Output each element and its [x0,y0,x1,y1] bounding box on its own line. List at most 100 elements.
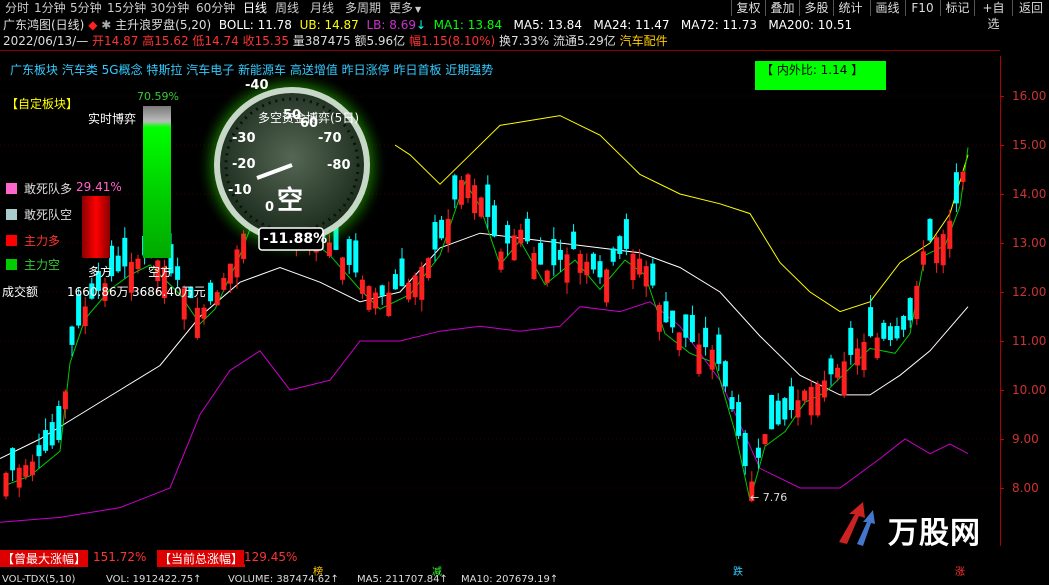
candle-body [36,445,42,457]
candle-body [683,314,689,338]
candle-body [577,254,583,273]
candle-body [742,433,748,467]
candle-body [392,274,398,290]
candle-body [920,251,926,265]
candle-body [617,236,623,255]
tab-more[interactable]: 更多 ▼ [389,0,421,16]
price-tick-label: 10.00 [1012,383,1047,397]
candle-body [696,344,702,374]
tab-weekly[interactable]: 周线 [275,0,299,16]
price-tick [1000,390,1004,391]
add-watchlist-button[interactable]: +自选 [974,0,1012,31]
gauge-scale-n70: -70 [318,131,342,146]
tab-monthly[interactable]: 月线 [310,0,334,16]
gauge-scale-0: 0 [265,200,275,215]
quote-high: 高15.62 [142,34,189,48]
draw-line-button[interactable]: 画线 [870,0,904,16]
overlay-button[interactable]: 叠加 [765,0,799,16]
price-tick [1000,243,1004,244]
turnover-label: 成交额 [2,285,39,299]
tab-intraday[interactable]: 分时 [5,0,29,16]
candle-body [927,218,933,241]
price-tick [1000,292,1004,293]
inout-ratio-text: 【 内外比: 1.14 】 [761,63,864,77]
max-gain-value: 151.72% [93,550,147,564]
quote-amount: 额5.96亿 [354,34,406,48]
tab-more-label: 更多 [389,1,414,15]
inout-ratio-box: 【 内外比: 1.14 】 [755,61,886,90]
quote-float: 流通5.29亿 [553,34,616,48]
candle-body [947,220,953,249]
candle-body [122,237,128,267]
candle-body [445,218,451,244]
candle-body [881,322,887,339]
candle-body [689,314,695,342]
volume-value: VOLUME: 387474.62↑ [228,574,339,585]
candle-body [722,361,728,387]
back-button[interactable]: 返回 [1012,0,1049,16]
dead-long-label: 敢死队多 [24,182,73,196]
stats-button[interactable]: 统计 [833,0,867,16]
candle-body [643,266,649,287]
candle-body [419,266,425,300]
tab-60min[interactable]: 60分钟 [196,0,235,16]
candle-body [914,285,920,320]
tab-30min[interactable]: 30分钟 [150,0,189,16]
gauge-scale-n40: -40 [245,78,269,93]
f10-button[interactable]: F10 [905,0,939,16]
candle-body [406,282,412,300]
gauge-center-char: 空 [277,186,304,216]
candle-body [815,383,821,416]
mark-button[interactable]: 标记 [940,0,974,16]
candle-body [10,448,16,471]
price-tick [1000,439,1004,440]
multi-stock-button[interactable]: 多股 [799,0,833,16]
custom-block-label: 【自定板块】 [6,97,79,111]
candle-body [214,292,220,306]
price-axis-line [1000,56,1001,546]
candle-body [934,237,940,264]
tab-1min[interactable]: 1分钟 [34,0,66,16]
gear-icon[interactable]: ✱ [101,18,111,32]
candle-body [538,242,544,265]
candle-body [755,447,761,458]
gauge-scale-n20: -20 [232,157,256,172]
candle-body [439,219,445,239]
candle-body [736,402,742,436]
vol-indicator-name[interactable]: VOL-TDX(5,10) [2,575,75,585]
price-tick [1000,145,1004,146]
bar-left-label: 多方 [88,265,113,279]
candle-body [518,229,524,244]
candle-body [663,301,669,323]
low-price-value: 7.76 [762,491,788,504]
adjust-button[interactable]: 复权 [731,0,765,16]
bar-right-label: 空方 [148,265,173,279]
price-tick [1000,96,1004,97]
main-short-label: 主力空 [24,258,61,272]
candle-body [894,326,900,339]
lower-band-line [0,301,969,523]
dead-long-pct: 29.41% [76,180,122,194]
quote-sector[interactable]: 汽车配件 [620,34,668,48]
gauge-scale-n80: -80 [327,158,351,173]
candle-body [623,219,629,249]
candle-body [637,258,643,275]
indicator-name[interactable]: 主升浪罗盘(5,20) [115,18,211,32]
tab-5min[interactable]: 5分钟 [70,0,102,16]
tab-daily[interactable]: 日线 [243,0,267,16]
candle-body [505,225,511,244]
candle-body [604,269,610,303]
price-tick-label: 15.00 [1012,138,1047,152]
tab-multi-period[interactable]: 多周期 [345,0,381,16]
candle-body [359,279,365,294]
candle-body [551,238,557,266]
candle-body [227,263,233,284]
candle-body [795,400,801,418]
candle-body [425,258,431,279]
tab-15min[interactable]: 15分钟 [107,0,146,16]
candle-body [373,292,379,309]
quote-change: 幅1.15(8.10%) [409,34,496,48]
gain-bar: 【曾最大涨幅】 151.72% 【当前总涨幅】 129.45% [0,550,1049,567]
candle-body [399,258,405,287]
ma1-value: MA1: 13.84 [433,18,503,32]
